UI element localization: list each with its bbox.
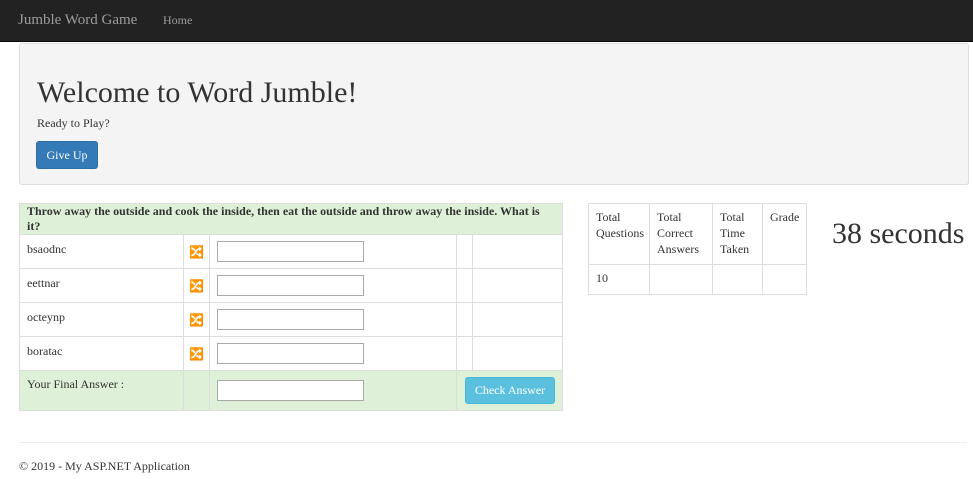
jumbled-word: eettnar (19, 268, 184, 303)
brand-link[interactable]: Jumble Word Game (18, 12, 137, 29)
word-answer-input[interactable] (217, 241, 364, 262)
word-row: octeynp 🔀 (19, 302, 563, 337)
final-answer-label: Your Final Answer : (19, 370, 184, 411)
check-answer-button[interactable]: Check Answer (465, 377, 555, 404)
header-line: Questions (596, 226, 644, 240)
jumbotron: Welcome to Word Jumble! Ready to Play? G… (19, 43, 969, 185)
jumbled-word: boratac (19, 336, 184, 371)
give-up-button[interactable]: Give Up (36, 141, 98, 169)
empty-cell (472, 234, 563, 269)
timer-display: 38 seconds (832, 217, 965, 250)
empty-cell (456, 336, 473, 371)
correct-answers-value (649, 264, 713, 295)
word-answer-input[interactable] (217, 309, 364, 330)
header-line: Grade (770, 210, 800, 224)
stats-table: Total Questions Total Correct Answers To… (588, 203, 807, 295)
header-line: Taken (720, 242, 750, 256)
footer-text: © 2019 - My ASP.NET Application (19, 459, 190, 473)
empty-cell (472, 268, 563, 303)
total-questions-value: 10 (588, 264, 650, 295)
page-title: Welcome to Word Jumble! (37, 76, 358, 109)
answer-cell (209, 336, 457, 371)
footer-divider (19, 442, 967, 443)
nav-home-link[interactable]: Home (163, 13, 192, 28)
word-answer-input[interactable] (217, 343, 364, 364)
stats-header-row: Total Questions Total Correct Answers To… (588, 203, 807, 265)
ready-prompt: Ready to Play? (37, 116, 110, 130)
jumbled-word: octeynp (19, 302, 184, 337)
header-line: Total (720, 210, 745, 224)
question-text: Throw away the outside and cook the insi… (19, 203, 563, 235)
answer-cell (209, 268, 457, 303)
header-line: Total (596, 210, 621, 224)
shuffle-icon[interactable]: 🔀 (183, 336, 210, 371)
final-answer-cell (209, 370, 457, 411)
header-total-questions: Total Questions (588, 203, 650, 265)
navbar: Jumble Word Game Home (0, 0, 973, 42)
jumbled-word: bsaodnc (19, 234, 184, 269)
time-taken-value (712, 264, 763, 295)
question-row: Throw away the outside and cook the insi… (19, 203, 563, 235)
empty-cell (472, 336, 563, 371)
empty-cell (456, 268, 473, 303)
word-row: eettnar 🔀 (19, 268, 563, 303)
grade-value (762, 264, 807, 295)
empty-cell (456, 234, 473, 269)
question-table: Throw away the outside and cook the insi… (19, 203, 563, 411)
shuffle-icon[interactable]: 🔀 (183, 268, 210, 303)
header-grade: Grade (762, 203, 807, 265)
final-answer-row: Your Final Answer : Check Answer (19, 370, 563, 411)
shuffle-icon[interactable]: 🔀 (183, 234, 210, 269)
shuffle-icon[interactable]: 🔀 (183, 302, 210, 337)
header-line: Answers (657, 242, 699, 256)
word-row: boratac 🔀 (19, 336, 563, 371)
header-line: Time (720, 226, 745, 240)
stats-value-row: 10 (588, 264, 807, 295)
answer-cell (209, 302, 457, 337)
header-line: Total (657, 210, 682, 224)
empty-cell (183, 370, 210, 411)
check-cell: Check Answer (456, 370, 563, 411)
empty-cell (472, 302, 563, 337)
header-total-time-taken: Total Time Taken (712, 203, 763, 265)
header-total-correct-answers: Total Correct Answers (649, 203, 713, 265)
empty-cell (456, 302, 473, 337)
answer-cell (209, 234, 457, 269)
word-answer-input[interactable] (217, 275, 364, 296)
final-answer-input[interactable] (217, 380, 364, 401)
word-row: bsaodnc 🔀 (19, 234, 563, 269)
header-line: Correct (657, 226, 693, 240)
